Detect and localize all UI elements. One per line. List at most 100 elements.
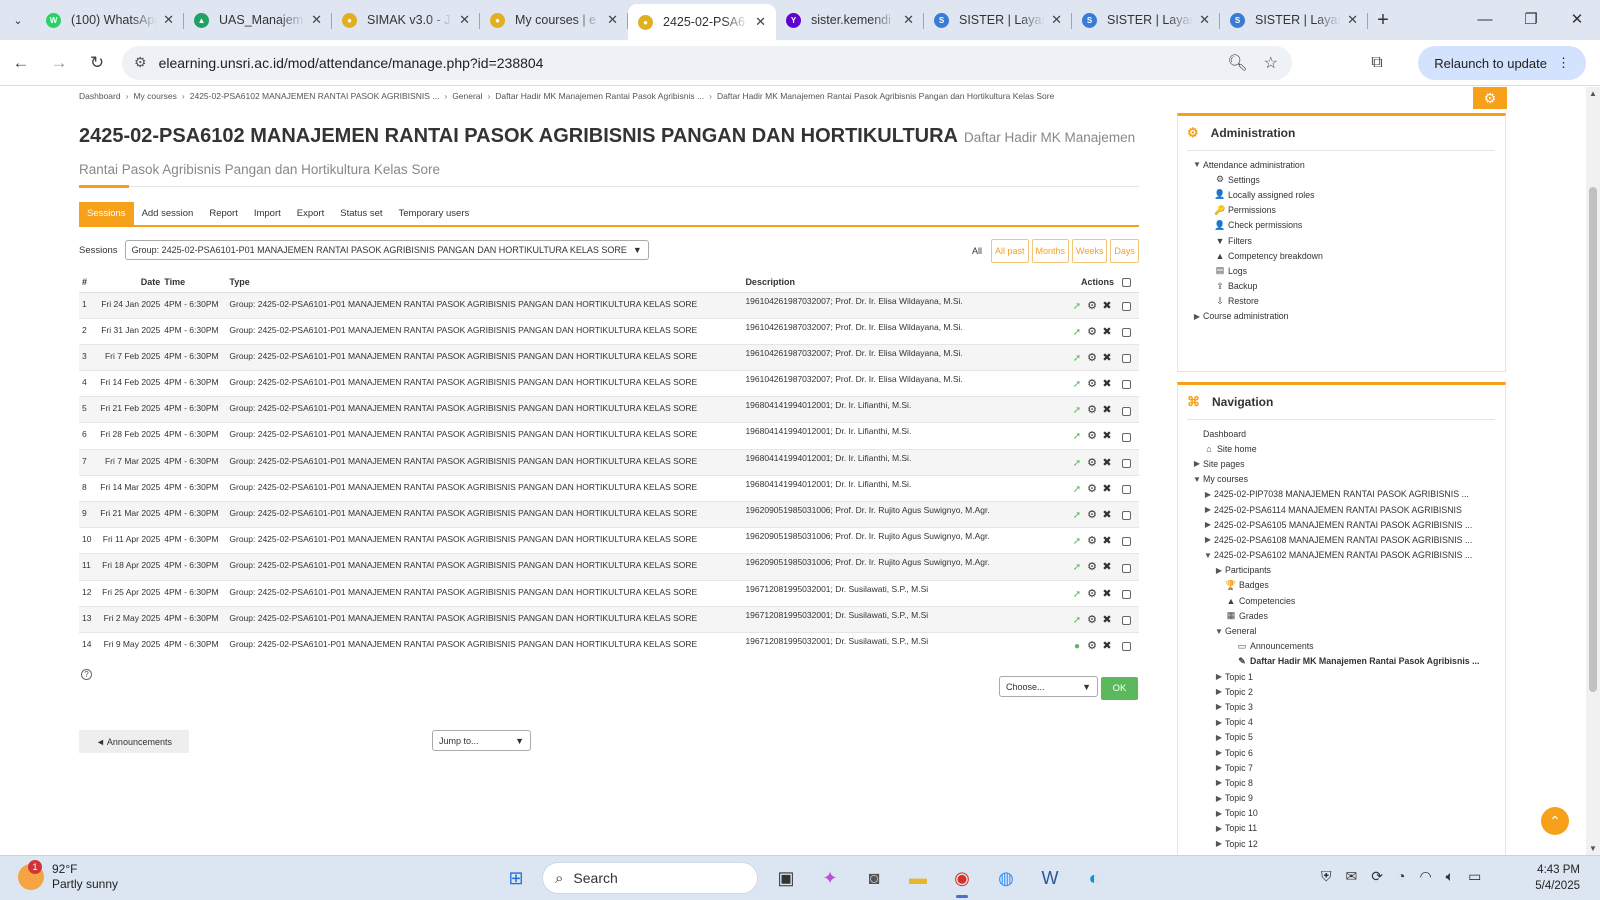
tree-item[interactable]: ▶ 2425-02-PSA6114 MANAJEMEN RANTAI PASOK … xyxy=(1191,502,1479,517)
view-days-button[interactable]: Days xyxy=(1110,239,1139,263)
session-date[interactable]: Fri 31 Jan 2025 xyxy=(94,317,165,345)
row-checkbox[interactable] xyxy=(1122,616,1131,625)
tree-item[interactable]: ▼ Filters xyxy=(1191,233,1323,248)
take-attendance-icon[interactable]: ➚ xyxy=(1070,405,1084,416)
group-select[interactable]: Group: 2425-02-PSA6101-P01 MANAJEMEN RAN… xyxy=(124,240,649,260)
row-checkbox[interactable] xyxy=(1122,458,1131,468)
take-attendance-icon[interactable]: ➚ xyxy=(1070,562,1084,573)
session-time[interactable]: 4PM - 6:30PM xyxy=(164,370,230,397)
tree-item[interactable]: ▶ Participants xyxy=(1191,563,1479,578)
edit-gear-icon[interactable]: ⚙ xyxy=(1085,456,1099,469)
take-attendance-icon[interactable]: ➚ xyxy=(1070,589,1084,600)
tab-close-icon[interactable]: ✕ xyxy=(1347,12,1358,28)
delete-icon[interactable]: ✖ xyxy=(1100,299,1114,312)
sync-icon[interactable]: ⟳ xyxy=(1371,868,1383,885)
take-attendance-icon[interactable]: ➚ xyxy=(1070,615,1084,626)
reload-button[interactable]: ↻ xyxy=(80,46,114,80)
tree-item[interactable]: ▶ Topic 12 xyxy=(1191,836,1479,851)
session-date[interactable]: Fri 21 Mar 2025 xyxy=(94,500,165,528)
taskbar-search[interactable]: ⌕ Search xyxy=(542,862,758,894)
tab-close-icon[interactable]: ✕ xyxy=(163,12,174,28)
row-checkbox[interactable] xyxy=(1122,537,1131,547)
page-scrollbar[interactable]: ▲ ▼ xyxy=(1586,87,1600,855)
word-icon[interactable]: W xyxy=(1032,860,1068,896)
take-attendance-icon[interactable]: ➚ xyxy=(1070,379,1084,390)
session-date[interactable]: Fri 14 Feb 2025 xyxy=(94,370,165,397)
take-attendance-icon[interactable]: ➚ xyxy=(1070,353,1084,364)
row-checkbox[interactable] xyxy=(1122,432,1131,442)
start-icon[interactable]: ⊞ xyxy=(498,860,534,896)
delete-icon[interactable]: ✖ xyxy=(1100,508,1114,521)
tab-temporary-users[interactable]: Temporary users xyxy=(391,202,478,225)
tree-item[interactable]: ▶ 2425-02-PSA6108 MANAJEMEN RANTAI PASOK … xyxy=(1191,532,1479,547)
edit-gear-icon[interactable]: ⚙ xyxy=(1085,560,1099,573)
tree-item[interactable]: ▶ Topic 1 xyxy=(1191,669,1479,684)
extensions-icon[interactable]: ⧉ xyxy=(1360,46,1394,80)
breadcrumb-item[interactable]: Daftar Hadir MK Manajemen Rantai Pasok A… xyxy=(717,91,1054,101)
session-time[interactable]: 4PM - 6:30PM xyxy=(164,500,230,528)
session-time[interactable]: 4PM - 6:30PM xyxy=(164,579,230,607)
edit-gear-icon[interactable]: ⚙ xyxy=(1085,482,1099,495)
session-time[interactable]: 4PM - 6:30PM xyxy=(164,605,230,633)
wifi-icon[interactable]: ◠ xyxy=(1419,868,1431,885)
zoom-app-icon[interactable]: ◍ xyxy=(988,860,1024,896)
edit-gear-icon[interactable]: ⚙ xyxy=(1085,403,1099,416)
tree-item[interactable]: ▶ Topic 10 xyxy=(1191,806,1479,821)
tree-item[interactable]: ▶ Course administration xyxy=(1191,309,1323,324)
delete-icon[interactable]: ✖ xyxy=(1100,587,1114,600)
tree-item[interactable]: ▶ Topic 7 xyxy=(1191,760,1479,775)
tab-export[interactable]: Export xyxy=(289,202,332,225)
file-explorer-icon[interactable]: ▬ xyxy=(900,860,936,896)
zoom-icon[interactable]: 🔍︎ xyxy=(1227,53,1247,73)
take-attendance-icon[interactable]: ➚ xyxy=(1070,536,1084,547)
breadcrumb-item[interactable]: 2425-02-PSA6102 MANAJEMEN RANTAI PASOK A… xyxy=(190,91,440,101)
battery-icon[interactable]: ▭ xyxy=(1468,868,1481,885)
ok-button[interactable]: OK xyxy=(1101,677,1138,700)
session-date[interactable]: Fri 25 Apr 2025 xyxy=(94,579,165,607)
tree-item[interactable]: ✎ Daftar Hadir MK Manajemen Rantai Pasok … xyxy=(1191,654,1479,669)
minimize-button[interactable]: — xyxy=(1462,0,1508,38)
session-date[interactable]: Fri 24 Jan 2025 xyxy=(94,291,165,319)
row-checkbox[interactable] xyxy=(1122,563,1131,573)
view-months-button[interactable]: Months xyxy=(1031,239,1070,263)
tab-close-icon[interactable]: ✕ xyxy=(311,12,322,28)
row-checkbox[interactable] xyxy=(1122,406,1131,416)
session-time[interactable]: 4PM - 6:30PM xyxy=(164,396,230,423)
delete-icon[interactable]: ✖ xyxy=(1100,325,1114,338)
forward-button[interactable]: → xyxy=(42,46,76,80)
session-date[interactable]: Fri 2 May 2025 xyxy=(94,605,165,633)
session-time[interactable]: 4PM - 6:30PM xyxy=(164,317,230,345)
session-time[interactable]: 4PM - 6:30PM xyxy=(164,448,230,476)
edge-icon[interactable]: ◐ xyxy=(1076,860,1112,896)
mail-icon[interactable]: ✉ xyxy=(1346,868,1358,885)
scrollbar-thumb[interactable] xyxy=(1589,187,1597,692)
session-time[interactable]: 4PM - 6:30PM xyxy=(164,343,230,371)
session-time[interactable]: 4PM - 6:30PM xyxy=(164,553,230,581)
browser-tab[interactable]: ▲ UAS_Manajemen ✕ xyxy=(184,4,332,36)
tree-item[interactable]: ⇪ Backup xyxy=(1191,279,1323,294)
tab-close-icon[interactable]: ✕ xyxy=(903,12,914,28)
edit-gear-icon[interactable]: ⚙ xyxy=(1085,325,1099,338)
help-icon[interactable]: ? xyxy=(81,669,92,680)
row-checkbox[interactable] xyxy=(1122,354,1131,364)
tree-item[interactable]: ▶ Topic 9 xyxy=(1191,791,1479,806)
tab-add-session[interactable]: Add session xyxy=(134,202,202,225)
edit-gear-icon[interactable]: ⚙ xyxy=(1085,429,1099,442)
tree-item[interactable]: ▶ Topic 8 xyxy=(1191,775,1479,790)
tab-import[interactable]: Import xyxy=(246,202,289,225)
tree-item[interactable]: ▼ Attendance administration xyxy=(1191,157,1323,172)
bulk-action-select[interactable]: Choose... ▼ xyxy=(999,676,1098,697)
back-button[interactable]: ← xyxy=(4,46,38,80)
tab-close-icon[interactable]: ✕ xyxy=(1051,12,1062,28)
session-time[interactable]: 4PM - 6:30PM xyxy=(164,527,230,554)
tree-item[interactable]: 👤 Locally assigned roles xyxy=(1191,187,1323,202)
edit-gear-icon[interactable]: ⚙ xyxy=(1085,639,1099,652)
relaunch-button[interactable]: Relaunch to update ⋮ xyxy=(1418,46,1586,80)
delete-icon[interactable]: ✖ xyxy=(1100,429,1114,442)
prev-activity-link[interactable]: ◄ Announcements xyxy=(79,730,189,753)
edit-gear-icon[interactable]: ⚙ xyxy=(1085,587,1099,600)
browser-tab[interactable]: S SISTER | Layan ✕ xyxy=(1072,4,1220,36)
row-checkbox[interactable] xyxy=(1122,301,1131,311)
tree-item[interactable]: ▶ Topic 6 xyxy=(1191,745,1479,760)
address-bar[interactable]: ⚙ elearning.unsri.ac.id/mod/attendance/m… xyxy=(122,45,1292,80)
